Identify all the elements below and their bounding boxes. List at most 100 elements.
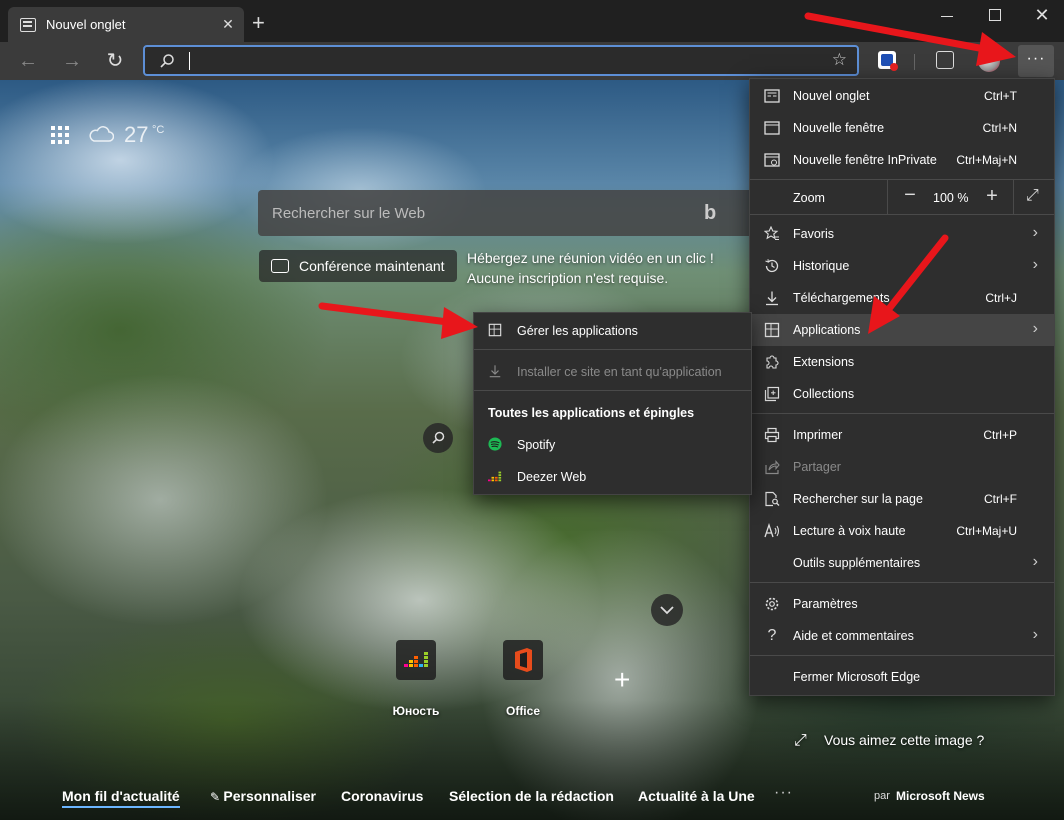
news-tab-top-stories[interactable]: Actualité à la Une (638, 788, 755, 804)
menu-item-label: Applications (793, 323, 861, 337)
menu-item-more-tools[interactable]: Outils supplémentaires › (750, 547, 1054, 579)
menu-item-label: Collections (793, 387, 855, 401)
settings-and-more-button[interactable]: ··· (1018, 45, 1054, 77)
minimize-button[interactable] (932, 6, 962, 26)
temperature-value[interactable]: 27 (124, 122, 148, 148)
menu-item-read-aloud[interactable]: Lecture à voix haute Ctrl+Maj+U (750, 515, 1054, 547)
news-tab-coronavirus[interactable]: Coronavirus (341, 788, 423, 804)
bing-icon[interactable]: b (704, 202, 716, 225)
menu-item-inprivate-window[interactable]: Nouvelle fenêtre InPrivate Ctrl+Maj+N (750, 144, 1054, 176)
conference-button[interactable]: Conférence maintenant (259, 250, 457, 282)
extension-shield-icon[interactable] (878, 51, 898, 71)
profile-avatar[interactable] (978, 50, 1000, 72)
new-tab-icon (764, 89, 780, 103)
menu-divider (750, 413, 1054, 414)
back-button[interactable]: ← (14, 48, 42, 74)
add-shortcut-button[interactable]: + (614, 664, 630, 696)
visual-search-button[interactable] (423, 423, 453, 453)
quick-link-tile-yunost[interactable]: Юность (376, 640, 456, 718)
menu-item-history[interactable]: Historique › (750, 250, 1054, 282)
menu-divider (750, 655, 1054, 656)
scroll-down-button[interactable] (651, 594, 683, 626)
office-icon (503, 640, 543, 680)
menu-item-shortcut: Ctrl+J (985, 291, 1017, 305)
menu-item-label: Extensions (793, 355, 855, 369)
menu-item-label: Lecture à voix haute (793, 524, 906, 538)
apps-icon (764, 322, 780, 338)
chevron-right-icon: › (1032, 553, 1038, 570)
deezer-icon (488, 471, 502, 482)
fullscreen-button[interactable]: ⤢ (1026, 187, 1039, 205)
submenu-item-label: Spotify (517, 438, 556, 452)
submenu-item-spotify[interactable]: Spotify (474, 428, 751, 460)
news-tab-editors-pick[interactable]: Sélection de la rédaction (449, 788, 614, 804)
address-bar[interactable]: ☆ (143, 45, 859, 76)
cloud-icon (89, 126, 114, 142)
forward-button[interactable]: → (58, 48, 86, 74)
tab-nouvel-onglet[interactable]: Nouvel onglet ✕ (8, 7, 244, 42)
chevron-down-icon (660, 606, 674, 615)
menu-item-collections[interactable]: Collections (750, 378, 1054, 410)
video-camera-icon (271, 259, 289, 273)
history-icon (765, 259, 779, 273)
expand-icon: ⤢ (794, 732, 807, 749)
puzzle-icon (766, 355, 779, 369)
menu-item-label: Aide et commentaires (793, 629, 914, 643)
news-more-button[interactable]: ··· (774, 784, 793, 802)
menu-item-extensions[interactable]: Extensions (750, 346, 1054, 378)
tile-label: Юность (392, 704, 440, 718)
menu-item-close-edge[interactable]: Fermer Microsoft Edge (750, 661, 1054, 693)
collections-icon[interactable] (936, 51, 954, 69)
chevron-right-icon: › (1032, 224, 1038, 241)
toolbar-divider (914, 54, 915, 70)
read-aloud-icon (764, 523, 780, 538)
submenu-item-manage-apps[interactable]: Gérer les applications (474, 314, 751, 346)
news-tab-personalize[interactable]: ✎ Personnaliser (210, 788, 316, 804)
pencil-icon: ✎ (210, 790, 224, 804)
menu-item-favorites[interactable]: Favoris › (750, 218, 1054, 250)
zoom-divider (1013, 180, 1014, 214)
menu-item-share[interactable]: Partager (750, 451, 1054, 483)
applications-submenu: Gérer les applications Installer ce site… (473, 312, 752, 495)
zoom-out-button[interactable]: − (900, 184, 920, 207)
maximize-button[interactable] (980, 6, 1010, 26)
menu-item-applications[interactable]: Applications › (750, 314, 1054, 346)
submenu-item-install-site[interactable]: Installer ce site en tant qu'application (474, 355, 751, 387)
spotify-icon (488, 437, 502, 451)
chevron-right-icon: › (1032, 256, 1038, 273)
zoom-in-button[interactable]: + (982, 185, 1002, 208)
printer-icon (764, 427, 780, 443)
menu-item-label: Historique (793, 259, 850, 273)
news-tab-personalize-label: Personnaliser (223, 788, 316, 804)
menu-item-shortcut: Ctrl+Maj+U (956, 524, 1017, 538)
new-tab-button[interactable]: + (252, 12, 265, 34)
menu-item-label: Outils supplémentaires (793, 556, 921, 570)
microsoft-news-brand[interactable]: Microsoft News (896, 789, 985, 803)
close-window-button[interactable]: ✕ (1027, 6, 1057, 26)
quick-link-tile-office[interactable]: Office (483, 640, 563, 718)
conference-promo-text: Hébergez une réunion vidéo en un clic ! … (467, 250, 714, 286)
tab-close-icon[interactable]: ✕ (220, 16, 236, 33)
submenu-item-deezer[interactable]: Deezer Web (474, 460, 751, 492)
submenu-divider (474, 349, 751, 350)
refresh-button[interactable]: ↻ (101, 48, 129, 74)
submenu-header: Toutes les applications et épingles (488, 406, 695, 420)
favorite-star-icon[interactable]: ☆ (832, 50, 847, 70)
news-tab-my-feed[interactable]: Mon fil d'actualité (62, 788, 180, 808)
menu-item-label: Fermer Microsoft Edge (793, 670, 921, 684)
address-caret (189, 52, 190, 70)
app-launcher-icon[interactable] (51, 126, 69, 144)
web-search-box[interactable]: Rechercher sur le Web b (258, 190, 758, 236)
menu-item-new-window[interactable]: Nouvelle fenêtre Ctrl+N (750, 112, 1054, 144)
menu-item-find-on-page[interactable]: Rechercher sur la page Ctrl+F (750, 483, 1054, 515)
download-icon (766, 291, 778, 306)
menu-item-new-tab[interactable]: Nouvel onglet Ctrl+T (750, 80, 1054, 112)
menu-divider (750, 582, 1054, 583)
settings-menu: Nouvel onglet Ctrl+T Nouvelle fenêtre Ct… (749, 78, 1055, 696)
menu-item-print[interactable]: Imprimer Ctrl+P (750, 419, 1054, 451)
news-bar: Mon fil d'actualité ✎ Personnaliser Coro… (0, 778, 1064, 820)
deezer-icon (396, 640, 436, 680)
menu-item-help-feedback[interactable]: ? Aide et commentaires › (750, 620, 1054, 652)
menu-item-settings[interactable]: Paramètres (750, 588, 1054, 620)
menu-item-downloads[interactable]: Téléchargements Ctrl+J (750, 282, 1054, 314)
